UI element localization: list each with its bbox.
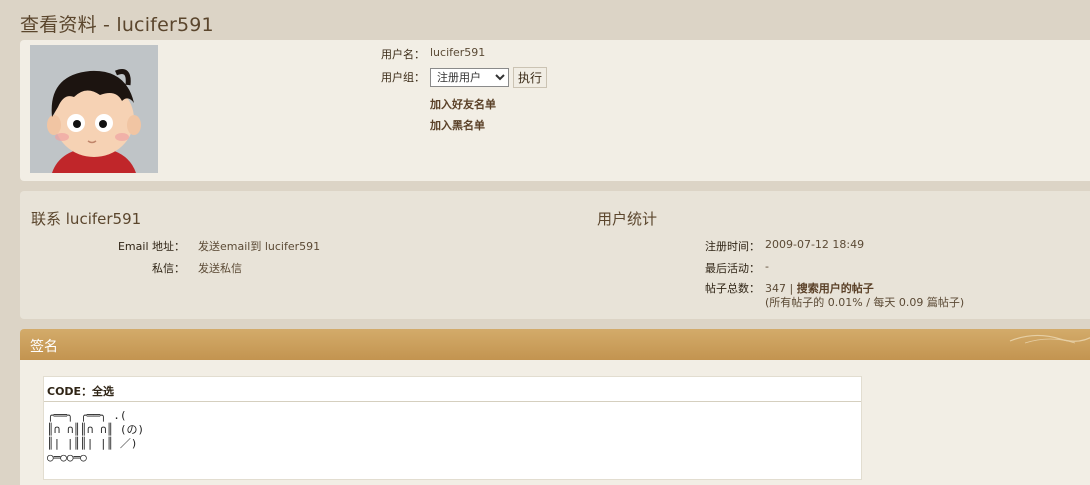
code-content: ╭══╮ ╭══╮ .( ║∩ ∩║║∩ ∩║ (の) ║| |║║| |║ ／… — [47, 409, 145, 464]
stats-title: 用户统计 — [597, 210, 658, 228]
signature-body: CODE： 全选 ╭══╮ ╭══╮ .( ║∩ ∩║║∩ ∩║ (の) ║| … — [20, 360, 1090, 485]
code-header: CODE： 全选 — [44, 377, 861, 402]
contact-title: 联系 lucifer591 — [31, 210, 142, 228]
post-count-label: 帖子总数： — [705, 282, 760, 295]
add-friend-link[interactable]: 加入好友名单 — [430, 96, 496, 112]
profile-panel: 用户名： lucifer591 用户组： 注册用户 执行 加入好友名单 加入黑名… — [20, 40, 1090, 181]
post-rate-detail: (所有帖子的 0.01% / 每天 0.09 篇帖子) — [765, 296, 965, 309]
email-link[interactable]: 发送email到 lucifer591 — [198, 238, 320, 254]
email-label: Email 地址： — [117, 240, 185, 253]
page-title: 查看资料 - lucifer591 — [20, 14, 214, 36]
code-label: CODE： — [47, 385, 93, 398]
signature-header: 签名 — [20, 329, 1090, 360]
reg-time-value: 2009-07-12 18:49 — [765, 238, 865, 251]
group-label: 用户组： — [381, 71, 425, 84]
avatar — [30, 45, 158, 173]
pm-link[interactable]: 发送私信 — [198, 260, 242, 276]
group-select[interactable]: 注册用户 — [430, 68, 509, 87]
last-active-label: 最后活动： — [705, 262, 760, 275]
signature-title: 签名 — [30, 339, 58, 355]
last-active-value: - — [765, 260, 769, 273]
info-panel: 联系 lucifer591 Email 地址： 发送email到 lucifer… — [20, 191, 1090, 319]
username-value: lucifer591 — [430, 46, 486, 59]
username-label: 用户名： — [381, 48, 425, 61]
avatar-image — [30, 45, 158, 173]
reg-time-label: 注册时间： — [705, 240, 760, 253]
add-blacklist-link[interactable]: 加入黑名单 — [430, 117, 485, 133]
code-block: CODE： 全选 ╭══╮ ╭══╮ .( ║∩ ∩║║∩ ∩║ (の) ║| … — [43, 376, 862, 480]
select-all-link[interactable]: 全选 — [92, 383, 114, 399]
ornament-swirl-icon — [1009, 334, 1090, 344]
pm-label: 私信： — [152, 262, 185, 275]
execute-button[interactable]: 执行 — [513, 67, 547, 88]
